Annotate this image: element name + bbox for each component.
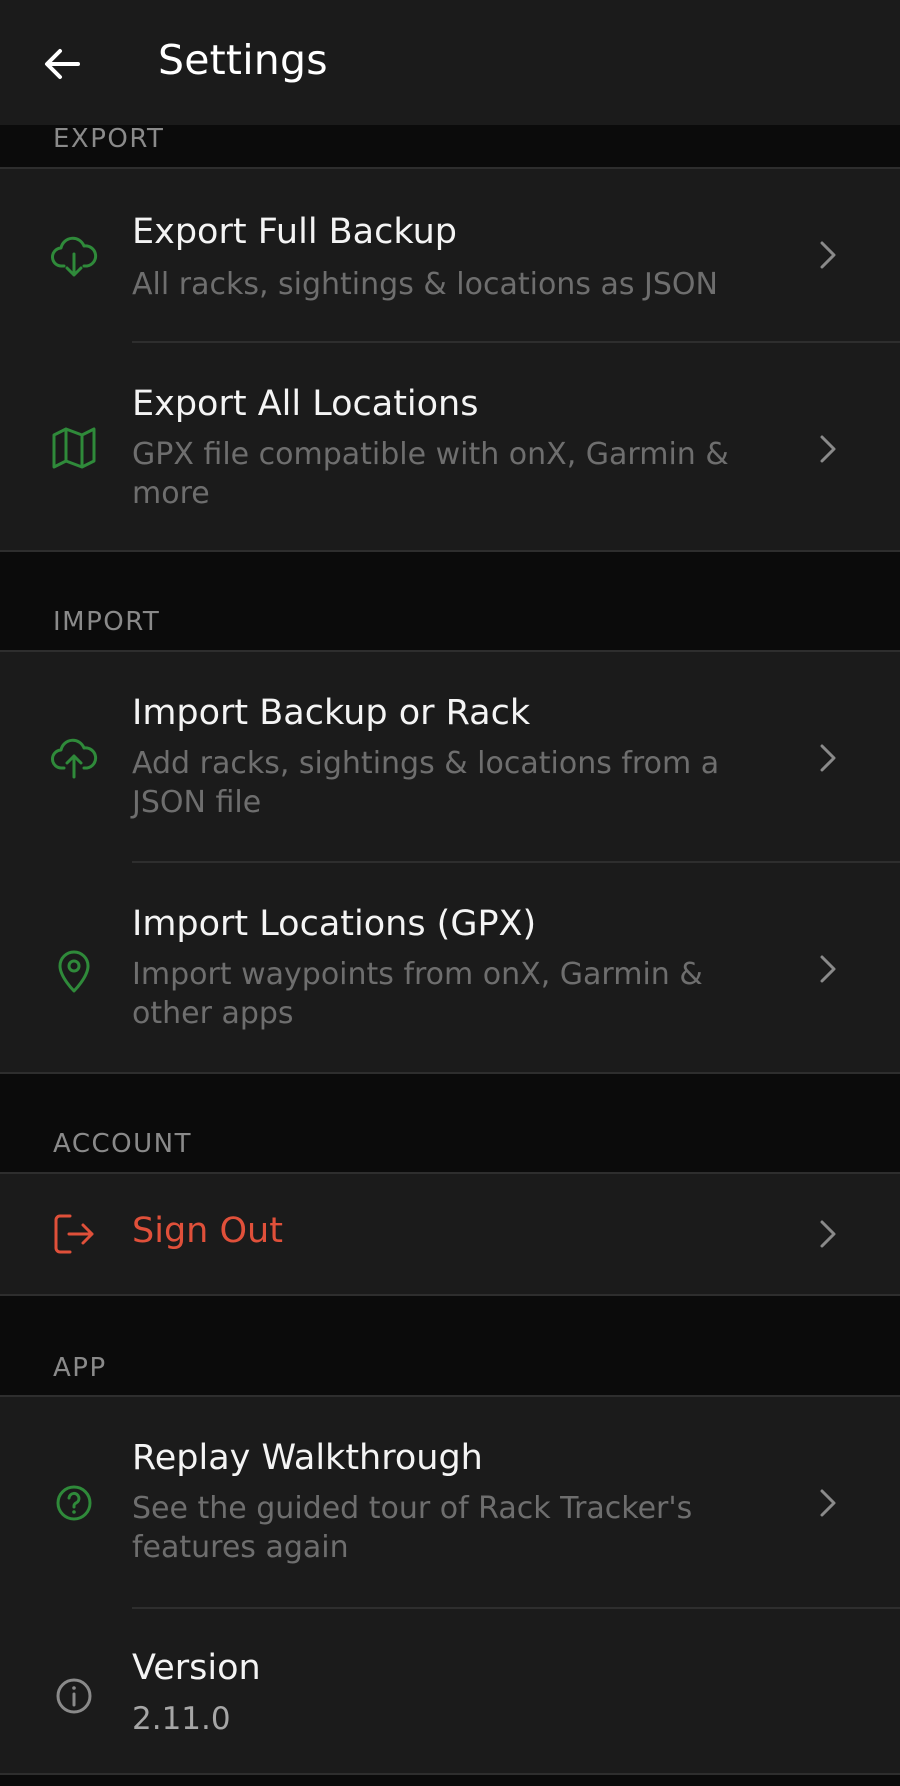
import-locations-label: Import Locations (GPX)	[132, 904, 537, 944]
export-all-locations-description: GPX file compatible with onX, Garmin & m…	[132, 437, 729, 511]
export-full-backup-label: Export Full Backup	[132, 212, 457, 252]
version-row: Version 2.11.0	[0, 1609, 900, 1775]
export-full-backup-row[interactable]: Export Full Backup All racks, sightings …	[0, 169, 900, 341]
info-icon	[56, 1678, 92, 1714]
version-value: 2.11.0	[132, 1701, 231, 1737]
import-backup-description: Add racks, sightings & locations from a …	[132, 746, 720, 820]
import-backup-row[interactable]: Import Backup or Rack Add racks, sightin…	[0, 652, 900, 861]
import-locations-row[interactable]: Import Locations (GPX) Import waypoints …	[0, 863, 900, 1074]
chevron-right-icon	[820, 435, 836, 463]
export-full-backup-description: All racks, sightings & locations as JSON	[132, 267, 718, 302]
app-group: Replay Walkthrough See the guided tour o…	[0, 1395, 900, 1775]
chevron-right-icon	[820, 1489, 836, 1517]
arrow-left-icon[interactable]	[38, 40, 86, 88]
app-header: Settings	[0, 0, 900, 125]
section-label-account: ACCOUNT	[53, 1129, 192, 1159]
replay-walkthrough-label: Replay Walkthrough	[132, 1438, 483, 1478]
replay-walkthrough-description: See the guided tour of Rack Tracker's fe…	[132, 1491, 693, 1565]
chevron-right-icon	[820, 1220, 836, 1248]
section-label-export: EXPORT	[53, 124, 165, 154]
import-group: Import Backup or Rack Add racks, sightin…	[0, 650, 900, 1074]
chevron-right-icon	[820, 744, 836, 772]
export-group: Export Full Backup All racks, sightings …	[0, 167, 900, 552]
help-circle-icon	[56, 1485, 92, 1521]
chevron-right-icon	[820, 241, 836, 269]
account-group: Sign Out	[0, 1172, 900, 1296]
section-label-app: APP	[53, 1353, 107, 1383]
sign-out-row[interactable]: Sign Out	[0, 1174, 900, 1294]
cloud-download-icon	[51, 236, 98, 277]
replay-walkthrough-row[interactable]: Replay Walkthrough See the guided tour o…	[0, 1397, 900, 1607]
export-all-locations-row[interactable]: Export All Locations GPX file compatible…	[0, 343, 900, 552]
sign-out-label: Sign Out	[132, 1211, 283, 1251]
map-pin-icon	[58, 950, 90, 993]
import-locations-description: Import waypoints from onX, Garmin & othe…	[132, 957, 703, 1031]
section-label-import: IMPORT	[53, 607, 161, 637]
cloud-upload-icon	[51, 738, 98, 779]
export-all-locations-label: Export All Locations	[132, 384, 479, 424]
import-backup-label: Import Backup or Rack	[132, 693, 531, 733]
map-icon	[52, 427, 96, 469]
page-title: Settings	[158, 36, 328, 84]
sign-out-icon	[54, 1214, 94, 1254]
version-label: Version	[132, 1648, 261, 1688]
chevron-right-icon	[820, 955, 836, 983]
